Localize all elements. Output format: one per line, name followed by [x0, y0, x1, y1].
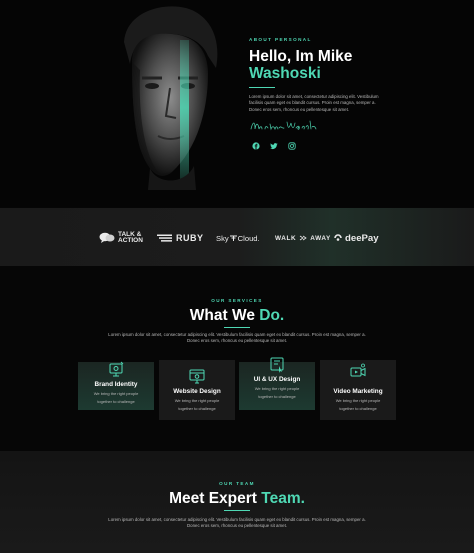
services-description: Lorem ipsum dolor sit amet, consectetur …: [108, 332, 366, 344]
service-card-video-marketing[interactable]: Video Marketing We bring the right peopl…: [320, 360, 396, 420]
team-title-accent: Team.: [261, 490, 305, 507]
service-card-title: Brand Identity: [94, 381, 138, 388]
services-title-main: What We: [189, 307, 255, 324]
services-section: OUR SERVICES What We Do. Lorem ipsum dol…: [0, 266, 474, 451]
speech-bubble-icon: [99, 232, 115, 243]
services-title-accent: Do.: [259, 307, 285, 324]
twitter-icon[interactable]: [269, 141, 278, 150]
hero-title-accent: Washoski: [249, 65, 321, 82]
service-card-text: We bring the right people together to ch…: [254, 386, 300, 399]
antenna-icon: [229, 235, 237, 241]
video-marketing-icon: [350, 363, 366, 377]
service-card-text: We bring the right people together to ch…: [93, 391, 139, 404]
team-title: Meet Expert Team.: [0, 490, 474, 508]
service-card-website-design[interactable]: Website Design We bring the right people…: [159, 360, 235, 420]
service-card-text: We bring the right people together to ch…: [174, 398, 220, 411]
deepay-logo: deePay: [334, 231, 379, 245]
service-card-text: We bring the right people together to ch…: [335, 398, 381, 411]
hero-title-line: Hello, Im Mike: [249, 48, 353, 65]
service-card-brand-identity[interactable]: Brand Identity We bring the right people…: [78, 361, 154, 410]
ruby-stripes-icon: [157, 234, 172, 242]
ruby-logo: RUBY: [157, 231, 204, 245]
instagram-icon[interactable]: [287, 141, 296, 150]
services-eyebrow: OUR SERVICES: [211, 298, 263, 303]
portrait-image: [124, 6, 218, 190]
brand-identity-icon: [109, 361, 124, 377]
team-eyebrow: OUR TEAM: [219, 481, 255, 486]
team-section: OUR TEAM Meet Expert Team. Lorem ipsum d…: [0, 451, 474, 553]
team-title-main: Meet Expert: [169, 490, 257, 507]
social-icons: [251, 141, 296, 150]
ruby-wordmark: RUBY: [176, 233, 204, 243]
facebook-icon[interactable]: [251, 141, 260, 150]
partner-logos-strip: TALK & ACTION RUBY Sky Cloud. WALK AWAY …: [0, 208, 474, 266]
service-card-title: UI & UX Design: [253, 376, 301, 383]
talk-action-logo: TALK & ACTION: [99, 231, 143, 245]
hero-description: Lorem ipsum dolor sit amet, consectetur …: [249, 94, 379, 112]
signature: [250, 120, 317, 131]
website-design-icon: [189, 369, 205, 384]
hero-section: ABOUT PERSONAL Hello, Im Mike Washoski L…: [0, 0, 474, 207]
hero-title: Hello, Im Mike Washoski: [249, 48, 449, 82]
deepay-mark-icon: [334, 234, 342, 241]
skycloud-logo: Sky Cloud.: [216, 231, 260, 245]
walk-away-part2: AWAY: [310, 234, 331, 242]
walk-away-part1: WALK: [275, 234, 297, 242]
hero-divider: [249, 87, 275, 88]
service-card-title: Video Marketing: [333, 388, 383, 395]
team-divider: [224, 510, 250, 511]
hero-text-block: ABOUT PERSONAL Hello, Im Mike Washoski L…: [249, 37, 449, 113]
arrows-icon: [299, 235, 307, 241]
skycloud-part2: Cloud.: [237, 233, 260, 243]
services-divider: [224, 327, 250, 328]
team-description: Lorem ipsum dolor sit amet, consectetur …: [108, 517, 366, 529]
service-card-title: Website Design: [173, 388, 221, 395]
ui-ux-design-icon: [270, 357, 284, 373]
walk-away-logo: WALK AWAY: [275, 231, 331, 245]
talk-action-line2: ACTION: [118, 237, 143, 244]
services-title: What We Do.: [0, 307, 474, 325]
service-card-ui-ux-design[interactable]: UI & UX Design We bring the right people…: [239, 357, 315, 410]
skycloud-part1: Sky: [216, 233, 229, 243]
deepay-wordmark: deePay: [345, 232, 379, 244]
hero-eyebrow: ABOUT PERSONAL: [249, 37, 312, 42]
